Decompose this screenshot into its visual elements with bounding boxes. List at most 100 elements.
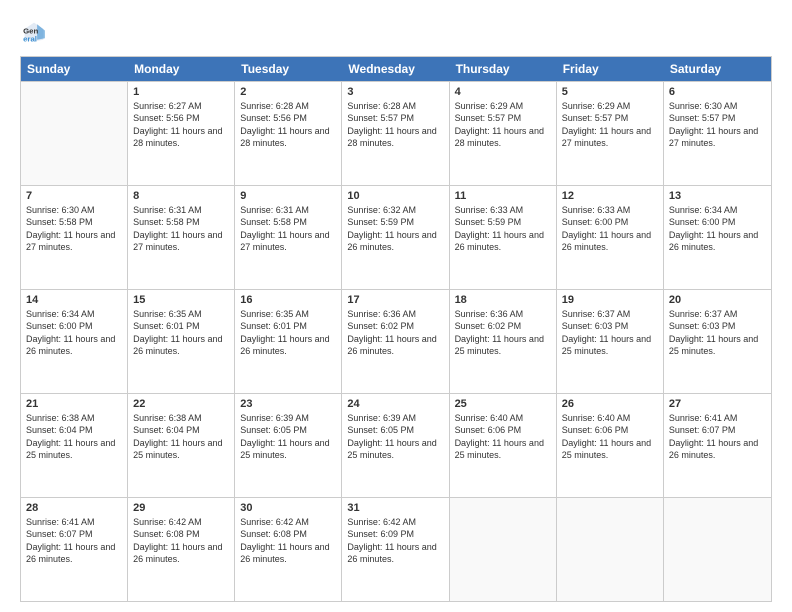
- logo-icon: Gen eral: [20, 18, 48, 46]
- day-info: Sunrise: 6:37 AMSunset: 6:03 PMDaylight:…: [669, 308, 766, 357]
- day-cell-26: 26Sunrise: 6:40 AMSunset: 6:06 PMDayligh…: [557, 394, 664, 497]
- day-info: Sunrise: 6:34 AMSunset: 6:00 PMDaylight:…: [26, 308, 122, 357]
- day-number: 18: [455, 293, 551, 307]
- header-day-sunday: Sunday: [21, 57, 128, 81]
- header-day-monday: Monday: [128, 57, 235, 81]
- day-info: Sunrise: 6:42 AMSunset: 6:09 PMDaylight:…: [347, 516, 443, 565]
- day-number: 19: [562, 293, 658, 307]
- day-cell-17: 17Sunrise: 6:36 AMSunset: 6:02 PMDayligh…: [342, 290, 449, 393]
- calendar-week-2: 14Sunrise: 6:34 AMSunset: 6:00 PMDayligh…: [21, 289, 771, 393]
- day-number: 6: [669, 85, 766, 99]
- day-info: Sunrise: 6:35 AMSunset: 6:01 PMDaylight:…: [133, 308, 229, 357]
- day-number: 7: [26, 189, 122, 203]
- day-cell-13: 13Sunrise: 6:34 AMSunset: 6:00 PMDayligh…: [664, 186, 771, 289]
- day-number: 11: [455, 189, 551, 203]
- day-number: 14: [26, 293, 122, 307]
- day-cell-6: 6Sunrise: 6:30 AMSunset: 5:57 PMDaylight…: [664, 82, 771, 185]
- day-cell-12: 12Sunrise: 6:33 AMSunset: 6:00 PMDayligh…: [557, 186, 664, 289]
- day-cell-28: 28Sunrise: 6:41 AMSunset: 6:07 PMDayligh…: [21, 498, 128, 601]
- day-info: Sunrise: 6:27 AMSunset: 5:56 PMDaylight:…: [133, 100, 229, 149]
- day-cell-3: 3Sunrise: 6:28 AMSunset: 5:57 PMDaylight…: [342, 82, 449, 185]
- day-cell-7: 7Sunrise: 6:30 AMSunset: 5:58 PMDaylight…: [21, 186, 128, 289]
- empty-cell: [664, 498, 771, 601]
- day-info: Sunrise: 6:33 AMSunset: 6:00 PMDaylight:…: [562, 204, 658, 253]
- day-info: Sunrise: 6:30 AMSunset: 5:58 PMDaylight:…: [26, 204, 122, 253]
- empty-cell: [557, 498, 664, 601]
- day-number: 8: [133, 189, 229, 203]
- day-cell-16: 16Sunrise: 6:35 AMSunset: 6:01 PMDayligh…: [235, 290, 342, 393]
- day-cell-4: 4Sunrise: 6:29 AMSunset: 5:57 PMDaylight…: [450, 82, 557, 185]
- day-cell-24: 24Sunrise: 6:39 AMSunset: 6:05 PMDayligh…: [342, 394, 449, 497]
- day-cell-23: 23Sunrise: 6:39 AMSunset: 6:05 PMDayligh…: [235, 394, 342, 497]
- day-number: 27: [669, 397, 766, 411]
- day-info: Sunrise: 6:36 AMSunset: 6:02 PMDaylight:…: [347, 308, 443, 357]
- calendar-week-3: 21 Sunrise: 6:38 AMSunset: 6:04 PMDayligh…: [21, 393, 771, 497]
- calendar-week-4: 28Sunrise: 6:41 AMSunset: 6:07 PMDayligh…: [21, 497, 771, 601]
- day-number: 24: [347, 397, 443, 411]
- day-number: 29: [133, 501, 229, 515]
- day-cell-11: 11Sunrise: 6:33 AMSunset: 5:59 PMDayligh…: [450, 186, 557, 289]
- day-number: 30: [240, 501, 336, 515]
- day-info: Sunrise: 6:33 AMSunset: 5:59 PMDaylight:…: [455, 204, 551, 253]
- header-day-thursday: Thursday: [450, 57, 557, 81]
- day-info: Sunrise: 6:38 AMSunset: 6:04 PMDaylight:…: [133, 412, 229, 461]
- day-info: Sunrise: 6:31 AMSunset: 5:58 PMDaylight:…: [133, 204, 229, 253]
- header-day-saturday: Saturday: [664, 57, 771, 81]
- header-day-tuesday: Tuesday: [235, 57, 342, 81]
- day-info: Sunrise: 6:35 AMSunset: 6:01 PMDaylight:…: [240, 308, 336, 357]
- calendar-week-0: 1Sunrise: 6:27 AMSunset: 5:56 PMDaylight…: [21, 81, 771, 185]
- calendar-body: 1Sunrise: 6:27 AMSunset: 5:56 PMDaylight…: [21, 81, 771, 601]
- day-number: 20: [669, 293, 766, 307]
- calendar-header: SundayMondayTuesdayWednesdayThursdayFrid…: [21, 57, 771, 81]
- logo: Gen eral: [20, 18, 52, 46]
- day-number: 15: [133, 293, 229, 307]
- day-cell-25: 25Sunrise: 6:40 AMSunset: 6:06 PMDayligh…: [450, 394, 557, 497]
- header-day-wednesday: Wednesday: [342, 57, 449, 81]
- day-info: Sunrise: 6:39 AMSunset: 6:05 PMDaylight:…: [347, 412, 443, 461]
- day-cell-2: 2Sunrise: 6:28 AMSunset: 5:56 PMDaylight…: [235, 82, 342, 185]
- day-cell-30: 30Sunrise: 6:42 AMSunset: 6:08 PMDayligh…: [235, 498, 342, 601]
- day-number: 17: [347, 293, 443, 307]
- day-info: Sunrise: 6:31 AMSunset: 5:58 PMDaylight:…: [240, 204, 336, 253]
- day-number: 4: [455, 85, 551, 99]
- day-cell-15: 15Sunrise: 6:35 AMSunset: 6:01 PMDayligh…: [128, 290, 235, 393]
- day-info: Sunrise: 6:34 AMSunset: 6:00 PMDaylight:…: [669, 204, 766, 253]
- day-cell-29: 29Sunrise: 6:42 AMSunset: 6:08 PMDayligh…: [128, 498, 235, 601]
- day-cell-5: 5Sunrise: 6:29 AMSunset: 5:57 PMDaylight…: [557, 82, 664, 185]
- day-number: 10: [347, 189, 443, 203]
- empty-cell: [450, 498, 557, 601]
- calendar-week-1: 7Sunrise: 6:30 AMSunset: 5:58 PMDaylight…: [21, 185, 771, 289]
- day-info: Sunrise: 6:29 AMSunset: 5:57 PMDaylight:…: [455, 100, 551, 149]
- day-cell-19: 19Sunrise: 6:37 AMSunset: 6:03 PMDayligh…: [557, 290, 664, 393]
- day-info: Sunrise: 6:28 AMSunset: 5:56 PMDaylight:…: [240, 100, 336, 149]
- day-cell-20: 20Sunrise: 6:37 AMSunset: 6:03 PMDayligh…: [664, 290, 771, 393]
- day-info: Sunrise: 6:42 AMSunset: 6:08 PMDaylight:…: [240, 516, 336, 565]
- day-cell-31: 31Sunrise: 6:42 AMSunset: 6:09 PMDayligh…: [342, 498, 449, 601]
- day-number: 31: [347, 501, 443, 515]
- day-number: 1: [133, 85, 229, 99]
- day-number: 25: [455, 397, 551, 411]
- day-cell-1: 1Sunrise: 6:27 AMSunset: 5:56 PMDaylight…: [128, 82, 235, 185]
- day-info: Sunrise: 6:41 AMSunset: 6:07 PMDaylight:…: [26, 516, 122, 565]
- day-info: Sunrise: 6:39 AMSunset: 6:05 PMDaylight:…: [240, 412, 336, 461]
- svg-text:eral: eral: [23, 34, 37, 43]
- day-cell-10: 10Sunrise: 6:32 AMSunset: 5:59 PMDayligh…: [342, 186, 449, 289]
- page: Gen eral SundayMondayTuesdayWednesdayThu…: [0, 0, 792, 612]
- day-info: Sunrise: 6:36 AMSunset: 6:02 PMDaylight:…: [455, 308, 551, 357]
- day-cell-22: 22Sunrise: 6:38 AMSunset: 6:04 PMDayligh…: [128, 394, 235, 497]
- day-cell-9: 9Sunrise: 6:31 AMSunset: 5:58 PMDaylight…: [235, 186, 342, 289]
- day-cell-21: 21Sunrise: 6:38 AMSunset: 6:04 PMDayligh…: [21, 394, 128, 497]
- day-number: 3: [347, 85, 443, 99]
- day-number: 28: [26, 501, 122, 515]
- day-cell-18: 18Sunrise: 6:36 AMSunset: 6:02 PMDayligh…: [450, 290, 557, 393]
- day-number: 21: [26, 397, 122, 411]
- day-number: 16: [240, 293, 336, 307]
- day-cell-27: 27Sunrise: 6:41 AMSunset: 6:07 PMDayligh…: [664, 394, 771, 497]
- header-day-friday: Friday: [557, 57, 664, 81]
- day-info: Sunrise: 6:32 AMSunset: 5:59 PMDaylight:…: [347, 204, 443, 253]
- day-info: Sunrise: 6:41 AMSunset: 6:07 PMDaylight:…: [669, 412, 766, 461]
- day-info: Sunrise: 6:40 AMSunset: 6:06 PMDaylight:…: [562, 412, 658, 461]
- day-cell-14: 14Sunrise: 6:34 AMSunset: 6:00 PMDayligh…: [21, 290, 128, 393]
- day-number: 22: [133, 397, 229, 411]
- day-cell-8: 8Sunrise: 6:31 AMSunset: 5:58 PMDaylight…: [128, 186, 235, 289]
